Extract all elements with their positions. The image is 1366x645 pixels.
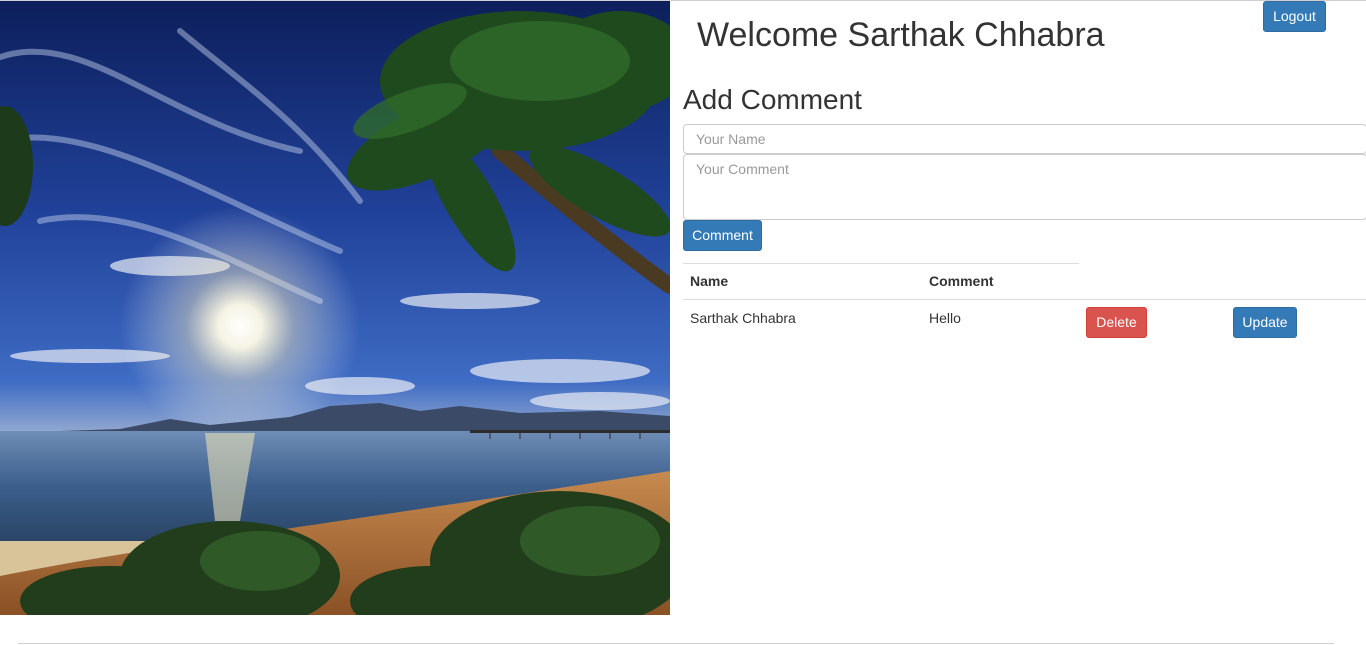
welcome-heading: Welcome Sarthak Chhabra [697, 16, 1105, 54]
row-name-cell: Sarthak Chhabra [690, 310, 796, 326]
comment-submit-button[interactable]: Comment [683, 220, 762, 251]
add-comment-title: Add Comment [683, 84, 862, 115]
beach-sunset-image [0, 1, 670, 615]
row-comment-cell: Hello [929, 310, 961, 326]
update-button[interactable]: Update [1233, 307, 1297, 338]
delete-button[interactable]: Delete [1086, 307, 1147, 338]
column-header-name: Name [690, 273, 729, 289]
name-input[interactable] [683, 124, 1366, 154]
column-header-comment: Comment [929, 273, 994, 289]
table-header-border [683, 299, 1366, 300]
logout-button[interactable]: Logout [1263, 1, 1326, 32]
table-top-border [683, 263, 1079, 264]
comment-textarea[interactable] [683, 154, 1366, 220]
bottom-divider [18, 643, 1334, 644]
